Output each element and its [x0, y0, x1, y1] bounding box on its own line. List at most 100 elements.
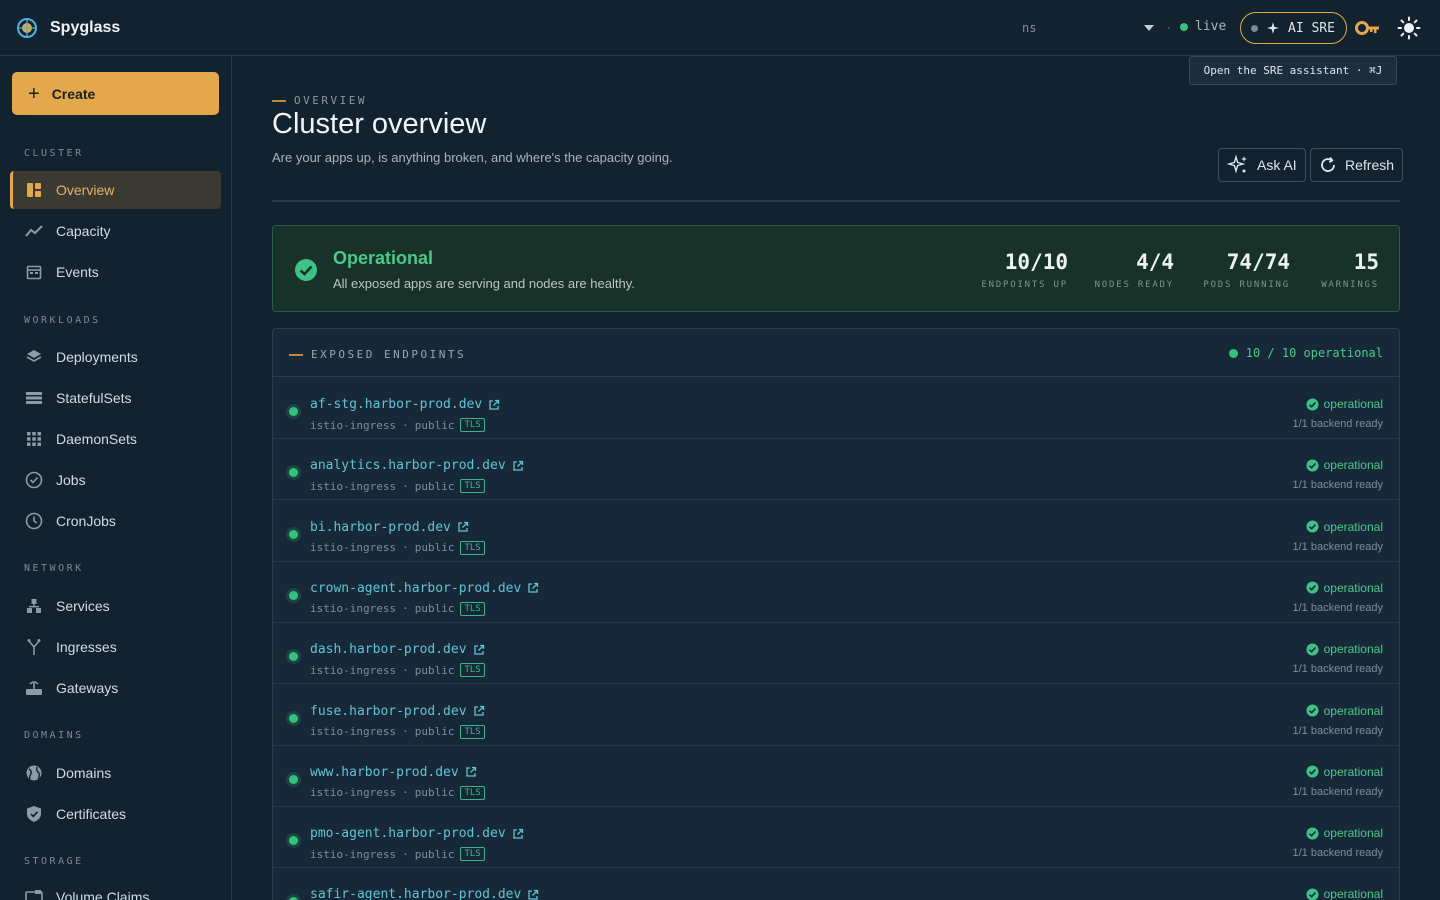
endpoint-host-link[interactable]: pmo-agent.harbor-prod.dev — [310, 826, 524, 841]
eyebrow-label: OVERVIEW — [294, 94, 367, 107]
eyebrow-bar — [272, 99, 286, 102]
endpoint-row[interactable]: bi.harbor-prod.dev istio-ingress · public TL… — [273, 501, 1399, 562]
endpoint-host-link[interactable]: safir-agent.harbor-prod.dev — [310, 887, 539, 900]
endpoint-row[interactable]: fuse.harbor-prod.dev istio-ingress · public… — [273, 685, 1399, 746]
sidebar-item-services[interactable]: Services — [10, 587, 221, 625]
section-cluster: CLUSTER — [24, 148, 84, 159]
endpoint-row[interactable]: af-stg.harbor-prod.dev istio-ingress · publ… — [273, 378, 1399, 439]
ai-sre-button[interactable]: AI SRE — [1240, 12, 1347, 44]
namespace-select[interactable]: ns — [1010, 16, 1160, 40]
page-title: Cluster overview — [272, 108, 487, 140]
status-title: Operational — [333, 248, 434, 268]
endpoint-row[interactable]: pmo-agent.harbor-prod.dev istio-ingress · p… — [273, 807, 1399, 869]
endpoint-visibility: public — [414, 602, 455, 616]
meta-separator: · — [402, 725, 409, 738]
meta-separator: · — [402, 602, 409, 616]
endpoint-meta: istio-ingress · public TLS — [310, 418, 485, 432]
endpoint-host-link[interactable]: analytics.harbor-prod.dev — [310, 458, 524, 473]
brand[interactable]: Spyglass — [16, 17, 120, 39]
tls-badge: TLS — [460, 663, 485, 678]
stat-label: NODES READY — [1094, 280, 1174, 290]
endpoint-status: operational — [1306, 458, 1383, 472]
endpoint-host: dash.harbor-prod.dev — [310, 642, 467, 658]
sidebar-item-jobs[interactable]: Jobs — [10, 461, 221, 499]
database-icon — [24, 388, 44, 408]
meta-separator: · — [402, 663, 409, 677]
section-domains: DOMAINS — [24, 730, 84, 741]
live-indicator: live — [1180, 19, 1226, 34]
endpoint-ingress: istio-ingress — [310, 663, 397, 677]
check-circle-icon — [1306, 459, 1319, 472]
plus-icon: + — [28, 82, 40, 105]
create-button[interactable]: + Create — [12, 72, 219, 115]
endpoint-visibility: public — [414, 541, 455, 555]
live-label: live — [1195, 19, 1227, 34]
live-dot-icon — [1180, 22, 1188, 31]
endpoint-host: af-stg.harbor-prod.dev — [310, 397, 483, 412]
endpoint-status: operational — [1306, 826, 1383, 840]
sidebar-item-label: Ingresses — [56, 639, 117, 655]
stat-nodes-ready: 4/4 NODES READY — [1095, 250, 1174, 290]
calendar-icon — [24, 262, 44, 282]
sidebar-item-capacity[interactable]: Capacity — [10, 212, 221, 250]
endpoint-row[interactable]: crown-agent.harbor-prod.dev istio-ingress… — [273, 562, 1399, 623]
endpoint-row[interactable]: analytics.harbor-prod.dev istio-ingress · p… — [273, 439, 1399, 501]
check-circle-icon — [1306, 581, 1319, 594]
globe-icon — [24, 763, 44, 783]
endpoint-host-link[interactable]: dash.harbor-prod.dev — [310, 642, 485, 657]
meta-separator: · — [402, 847, 409, 861]
meta-separator: · — [402, 541, 409, 555]
sidebar-item-events[interactable]: Events — [10, 253, 221, 291]
status-dot-icon — [289, 468, 298, 478]
endpoint-row[interactable]: dash.harbor-prod.dev istio-ingress · public… — [273, 623, 1399, 685]
endpoint-ingress: istio-ingress — [310, 541, 397, 555]
volume-icon — [24, 887, 44, 900]
sidebar-item-domains[interactable]: Domains — [10, 754, 221, 792]
external-link-icon — [528, 583, 539, 594]
external-link-icon — [489, 399, 500, 410]
sidebar-item-label: Events — [56, 264, 99, 280]
endpoint-ingress: istio-ingress — [310, 602, 397, 616]
endpoint-host: analytics.harbor-prod.dev — [310, 458, 506, 474]
tls-badge: TLS — [460, 540, 485, 555]
grid-icon — [24, 429, 44, 449]
endpoint-host-link[interactable]: bi.harbor-prod.dev — [310, 520, 469, 535]
stat-label: WARNINGS — [1321, 280, 1379, 290]
endpoint-status: operational — [1306, 887, 1383, 900]
endpoint-host-link[interactable]: www.harbor-prod.dev — [310, 765, 477, 780]
create-label: Create — [51, 85, 96, 102]
endpoint-host-link[interactable]: fuse.harbor-prod.dev — [310, 704, 485, 719]
endpoint-backend: 1/1 backend ready — [1292, 479, 1383, 492]
endpoint-row[interactable]: safir-agent.harbor-prod.devistio-ingress… — [273, 868, 1399, 900]
endpoint-host-link[interactable]: crown-agent.harbor-prod.dev — [310, 581, 539, 596]
sidebar-item-statefulsets[interactable]: StatefulSets — [10, 379, 221, 417]
endpoint-status: operational — [1306, 765, 1383, 779]
status-dot-icon — [1228, 348, 1238, 358]
sidebar-item-label: Volume Claims — [56, 889, 150, 900]
fork-icon — [24, 637, 44, 657]
endpoints-panel: EXPOSED ENDPOINTS 10 / 10 operational af… — [272, 328, 1400, 900]
sidebar-item-certificates[interactable]: Certificates — [10, 795, 221, 833]
ask-ai-button[interactable]: Ask AI — [1218, 148, 1306, 182]
endpoint-status-label: operational — [1323, 887, 1383, 900]
sidebar-item-gateways[interactable]: Gateways — [10, 669, 221, 707]
endpoint-row[interactable]: www.harbor-prod.dev istio-ingress · public T… — [273, 746, 1399, 807]
sidebar-item-label: Deployments — [56, 349, 138, 365]
status-dot-icon — [289, 713, 298, 723]
stat-endpoints-up: 10/10 ENDPOINTS UP — [981, 250, 1068, 290]
sidebar-item-ingresses[interactable]: Ingresses — [10, 628, 221, 666]
endpoint-ingress: istio-ingress — [310, 479, 397, 493]
key-icon[interactable] — [1355, 19, 1381, 37]
ask-ai-label: Ask AI — [1257, 157, 1297, 173]
sun-icon[interactable] — [1397, 16, 1421, 40]
endpoint-host-link[interactable]: af-stg.harbor-prod.dev — [310, 397, 500, 412]
sidebar-item-deployments[interactable]: Deployments — [10, 338, 221, 376]
sidebar-item-overview[interactable]: Overview — [10, 171, 221, 209]
stat-value: 4/4 — [1136, 250, 1174, 274]
sidebar-item-volume-claims[interactable]: Volume Claims — [10, 878, 221, 900]
endpoint-meta: istio-ingress · public TLS — [310, 847, 485, 862]
tls-badge: TLS — [460, 847, 485, 862]
sidebar-item-cronjobs[interactable]: CronJobs — [10, 502, 221, 540]
sidebar-item-daemonsets[interactable]: DaemonSets — [10, 420, 221, 458]
refresh-button[interactable]: Refresh — [1310, 148, 1404, 182]
